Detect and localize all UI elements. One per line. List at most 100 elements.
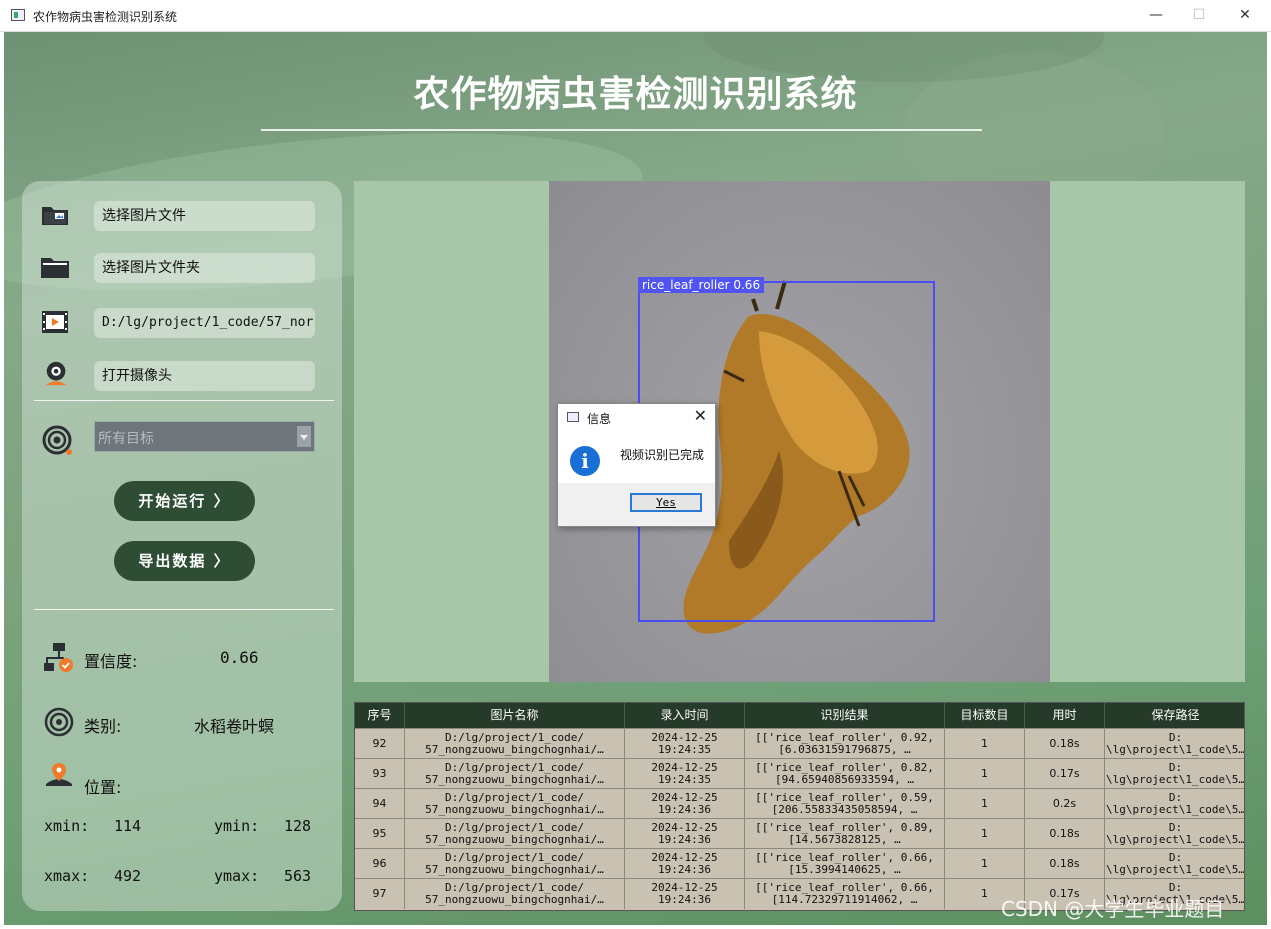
confidence-label: 置信度: (84, 652, 138, 671)
cell-save-path: D: \lg\project\1_code\5… (1105, 849, 1244, 879)
col-entry-time[interactable]: 录入时间 (625, 703, 745, 728)
select-image-button[interactable]: 选择图片文件 (94, 201, 315, 231)
cell-image-name: D:/lg/project/1_code/57_nongzuowu_bingch… (405, 729, 625, 759)
cell-save-path-line: \lg\project\1_code\5… (1105, 833, 1245, 846)
cell-save-path-line: \lg\project\1_code\5… (1105, 743, 1245, 756)
video-path-field[interactable]: D:/lg/project/1_code/57_nor (94, 308, 315, 338)
cell-result-line: [94.65940856933594, … (774, 773, 915, 786)
cell-target-count: 1 (945, 849, 1025, 879)
cell-target-count: 1 (945, 789, 1025, 819)
page-title: 农作物病虫害检测识别系统 (413, 74, 858, 115)
cell-index: 94 (355, 789, 405, 819)
ymin-label: ymin: (214, 817, 260, 835)
target-icon (42, 425, 72, 455)
cell-result-line: [206.55833435058594, … (771, 803, 918, 816)
col-duration[interactable]: 用时 (1025, 703, 1105, 728)
cell-entry-time: 2024-12-25 19:24:36 (625, 849, 745, 879)
col-result[interactable]: 识别结果 (745, 703, 945, 728)
dialog-app-icon (567, 412, 579, 422)
cell-entry-time-line: 19:24:36 (658, 893, 711, 906)
start-button[interactable]: 开始运行 〉 (114, 481, 255, 521)
title-bar: 农作物病虫害检测识别系统 — ☐ ✕ (0, 0, 1271, 32)
cell-target-count: 1 (945, 819, 1025, 849)
cell-save-path: D: \lg\project\1_code\5… (1105, 789, 1245, 819)
table-row[interactable]: 92 D:/lg/project/1_code/57_nongzuowu_bing… (355, 728, 1245, 759)
export-button[interactable]: 导出数据 〉 (114, 541, 255, 581)
yes-button[interactable]: Yes (630, 493, 702, 512)
cell-entry-time-line: 19:24:36 (658, 863, 711, 876)
divider (34, 400, 334, 401)
cell-entry-time: 2024-12-25 19:24:36 (625, 789, 745, 819)
cell-entry-time-line: 19:24:35 (658, 743, 711, 756)
table-row[interactable]: 96 D:/lg/project/1_code/57_nongzuowu_bing… (355, 848, 1244, 879)
col-index[interactable]: 序号 (355, 703, 405, 728)
ymax-value: 563 (284, 867, 312, 885)
xmax-label: xmax: (44, 867, 90, 885)
cell-index: 96 (355, 849, 405, 879)
cell-image-name-line: 57_nongzuowu_bingchognhai/… (425, 863, 604, 876)
dialog-title: 信息 (587, 412, 612, 426)
cell-save-path: D: \lg\project\1_code\5… (1105, 759, 1245, 789)
close-button[interactable]: ✕ (1230, 4, 1260, 26)
cell-save-path: D: \lg\project\1_code\5… (1105, 819, 1245, 849)
confidence-icon (44, 643, 73, 672)
dialog-close-button[interactable]: ✕ (694, 406, 707, 425)
table-row[interactable]: 94 D:/lg/project/1_code/57_nongzuowu_bing… (355, 788, 1245, 819)
detection-label: rice_leaf_roller 0.66 (638, 277, 765, 293)
cell-result: [['rice_leaf_roller', 0.92, [6.0363159179… (745, 729, 945, 759)
cell-index: 92 (355, 729, 405, 759)
chevron-down-icon[interactable] (297, 426, 311, 447)
cell-save-path-line: \lg\project\1_code\5… (1105, 773, 1245, 786)
select-folder-button[interactable]: 选择图片文件夹 (94, 253, 315, 283)
col-save-path[interactable]: 保存路径 (1105, 703, 1244, 728)
cell-image-name-line: 57_nongzuowu_bingchognhai/… (425, 893, 604, 906)
cell-result-line: [114.72329711914062, … (771, 893, 918, 906)
open-camera-button[interactable]: 打开摄像头 (94, 361, 315, 391)
cell-image-name-line: 57_nongzuowu_bingchognhai/… (425, 833, 604, 846)
cell-duration: 0.18s (1025, 849, 1105, 879)
table-row[interactable]: 95 D:/lg/project/1_code/57_nongzuowu_bing… (355, 818, 1245, 849)
cell-save-path: D: \lg\project\1_code\5… (1105, 729, 1245, 759)
cell-image-name: D:/lg/project/1_code/57_nongzuowu_bingch… (405, 789, 625, 819)
cell-target-count: 1 (945, 729, 1025, 759)
cell-result: [['rice_leaf_roller', 0.66, [15.399414062… (745, 849, 945, 879)
info-icon: i (570, 446, 600, 476)
cell-target-count: 1 (945, 759, 1025, 789)
col-target-count[interactable]: 目标数目 (945, 703, 1025, 728)
cell-entry-time: 2024-12-25 19:24:35 (625, 759, 745, 789)
cell-index: 95 (355, 819, 405, 849)
cell-save-path-line: \lg\project\1_code\5… (1105, 803, 1245, 816)
cell-result: [['rice_leaf_roller', 0.66, [114.72329711… (745, 879, 945, 909)
cell-image-name-line: 57_nongzuowu_bingchognhai/… (425, 773, 604, 786)
target-select[interactable]: 所有目标 (94, 421, 315, 452)
title-underline (261, 129, 982, 131)
cell-entry-time-line: 19:24:36 (658, 833, 711, 846)
cell-image-name: D:/lg/project/1_code/57_nongzuowu_bingch… (405, 759, 625, 789)
table-header: 序号 图片名称 录入时间 识别结果 目标数目 用时 保存路径 (355, 703, 1244, 728)
col-image-name[interactable]: 图片名称 (405, 703, 625, 728)
cell-image-name-line: 57_nongzuowu_bingchognhai/… (425, 803, 604, 816)
folder-icon (41, 258, 69, 278)
cell-result-line: [14.5673828125, … (788, 833, 901, 846)
yes-button-label: Yes (656, 496, 676, 509)
xmin-label: xmin: (44, 817, 90, 835)
position-label: 位置: (84, 778, 122, 797)
image-file-icon (42, 207, 68, 225)
cell-duration: 0.2s (1025, 789, 1105, 819)
watermark: CSDN @大学生毕业题目 (1001, 897, 1225, 921)
ymax-label: ymax: (214, 867, 260, 885)
app-icon (11, 9, 25, 21)
cell-duration: 0.18s (1025, 819, 1105, 849)
cell-entry-time: 2024-12-25 19:24:35 (625, 729, 745, 759)
cell-image-name: D:/lg/project/1_code/57_nongzuowu_bingch… (405, 849, 625, 879)
table-row[interactable]: 93 D:/lg/project/1_code/57_nongzuowu_bing… (355, 758, 1245, 789)
cell-result: [['rice_leaf_roller', 0.59, [206.55833435… (745, 789, 945, 819)
app-window: 农作物病虫害检测识别系统 — ☐ ✕ 农作物病虫害检测识别系统 选择图片文件 选… (0, 0, 1271, 929)
cell-index: 97 (355, 879, 405, 909)
maximize-button[interactable]: ☐ (1184, 4, 1214, 26)
camera-icon (45, 361, 67, 386)
cell-result-line: [6.03631591796875, … (778, 743, 911, 756)
minimize-button[interactable]: — (1141, 4, 1171, 26)
cell-result: [['rice_leaf_roller', 0.89, [14.567382812… (745, 819, 945, 849)
divider (34, 609, 334, 610)
